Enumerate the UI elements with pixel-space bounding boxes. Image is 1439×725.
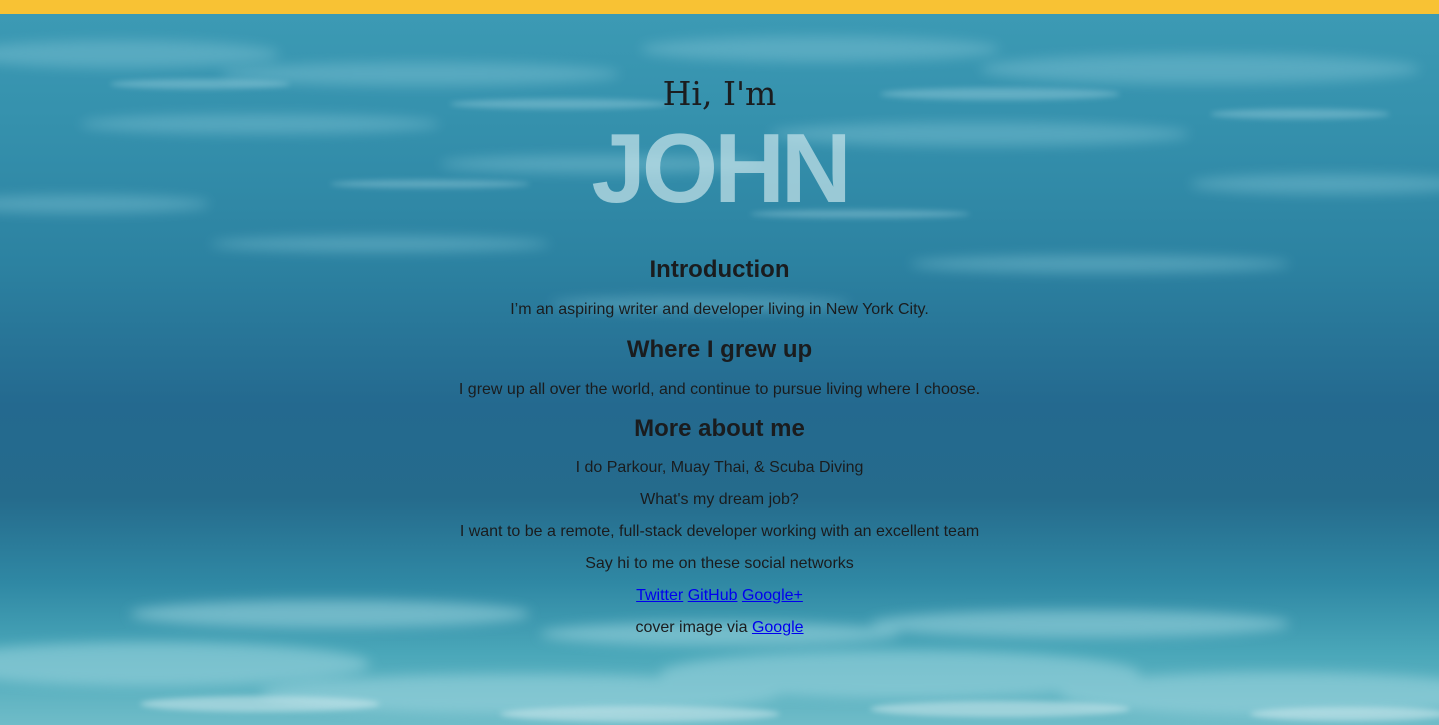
dream-job-answer: I want to be a remote, full-stack develo…: [459, 523, 980, 540]
googleplus-link[interactable]: Google+: [742, 587, 803, 604]
github-link[interactable]: GitHub: [688, 587, 738, 604]
social-prompt: Say hi to me on these social networks: [585, 555, 854, 572]
hero-name: JOHN: [591, 113, 851, 223]
twitter-link[interactable]: Twitter: [636, 587, 683, 604]
heading-where-i-grew-up: Where I grew up: [626, 336, 813, 363]
credit-google-link[interactable]: Google: [752, 619, 804, 636]
heading-introduction: Introduction: [649, 256, 790, 283]
dream-job-question: What's my dream job?: [640, 491, 799, 508]
top-accent-bar: [0, 0, 1439, 14]
credit-text: cover image via: [635, 619, 748, 636]
heading-more-about-me: More about me: [634, 415, 805, 442]
social-links: Twitter GitHub Google+: [0, 586, 1439, 606]
grew-up-text: I grew up all over the world, and contin…: [458, 381, 981, 398]
hero-greeting: Hi, I'm: [662, 74, 777, 113]
hobbies-text: I do Parkour, Muay Thai, & Scuba Diving: [575, 459, 864, 476]
introduction-text: I’m an aspiring writer and developer liv…: [510, 301, 929, 318]
image-credit: cover image via Google: [0, 618, 1439, 638]
